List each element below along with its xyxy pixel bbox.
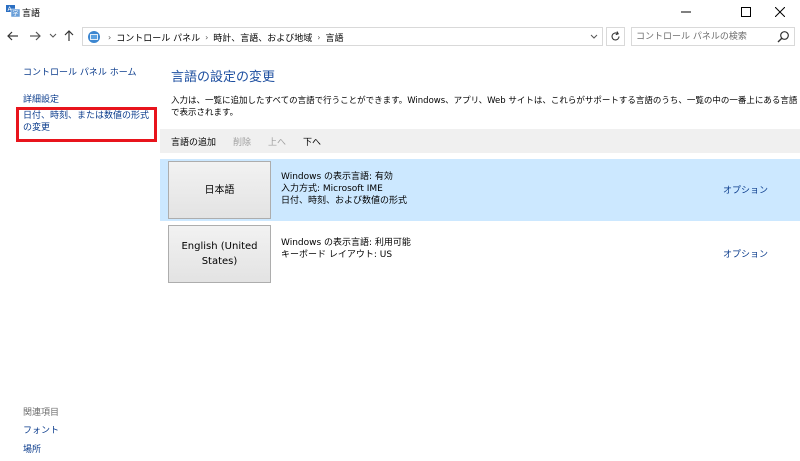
breadcrumb-language[interactable]: 言語 xyxy=(326,31,344,44)
search-box[interactable] xyxy=(631,27,795,46)
title-bar: A 字 言語 xyxy=(0,0,800,24)
window-title: 言語 xyxy=(22,9,41,19)
close-icon xyxy=(775,7,785,17)
breadcrumb-separator-icon: › xyxy=(108,33,112,42)
breadcrumb-separator-icon[interactable]: › xyxy=(317,33,320,42)
svg-text:字: 字 xyxy=(13,10,19,18)
up-button[interactable] xyxy=(62,29,76,43)
main-pane: 言語の設定の変更 入力は、一覧に追加したすべての言語で行うことができます。Win… xyxy=(160,55,800,461)
move-down-button[interactable]: 下へ xyxy=(303,135,321,148)
navigation-bar: › コントロール パネル › 時計、言語、および地域 › 言語 xyxy=(0,26,800,48)
remove-button[interactable]: 削除 xyxy=(233,135,251,148)
language-info-line: 日付、時刻、および数値の形式 xyxy=(281,196,408,206)
control-panel-icon xyxy=(88,31,100,43)
language-info-line: 入力方式: Microsoft IME xyxy=(281,184,383,194)
language-row-japanese[interactable]: 日本語 Windows の表示言語: 有効 入力方式: Microsoft IM… xyxy=(160,159,800,221)
advanced-settings-link[interactable]: 詳細設定 xyxy=(23,92,59,105)
language-toolbar: 言語の追加 削除 上へ 下へ xyxy=(160,129,800,153)
breadcrumb: › コントロール パネル › 時計、言語、および地域 › 言語 xyxy=(103,31,344,44)
maximize-icon xyxy=(741,7,751,17)
close-button[interactable] xyxy=(760,0,800,24)
location-link[interactable]: 場所 xyxy=(23,442,41,455)
page-description: 入力は、一覧に追加したすべての言語で行うことができます。Windows、アプリ、… xyxy=(171,96,798,118)
breadcrumb-control-panel[interactable]: コントロール パネル xyxy=(116,31,200,44)
breadcrumb-separator-icon[interactable]: › xyxy=(205,33,208,42)
breadcrumb-clock-language-region[interactable]: 時計、言語、および地域 xyxy=(213,31,312,44)
related-items-header: 関連項目 xyxy=(23,408,60,418)
page-title: 言語の設定の変更 xyxy=(171,70,276,85)
forward-arrow-icon xyxy=(30,31,41,41)
back-button[interactable] xyxy=(6,29,20,43)
language-info-line: キーボード レイアウト: US xyxy=(281,250,393,260)
search-input[interactable] xyxy=(636,30,766,43)
minimize-icon xyxy=(681,11,691,13)
minimize-button[interactable] xyxy=(664,0,708,24)
add-language-button[interactable]: 言語の追加 xyxy=(171,135,216,148)
language-info-line: Windows の表示言語: 利用可能 xyxy=(281,238,411,248)
address-dropdown-button[interactable] xyxy=(588,30,600,44)
language-info-english: Windows の表示言語: 利用可能 キーボード レイアウト: US xyxy=(281,237,411,261)
language-info-japanese: Windows の表示言語: 有効 入力方式: Microsoft IME 日付… xyxy=(281,171,407,207)
forward-button[interactable] xyxy=(28,29,42,43)
address-bar[interactable]: › コントロール パネル › 時計、言語、および地域 › 言語 xyxy=(82,27,603,46)
highlight-box xyxy=(16,107,157,142)
chevron-down-icon xyxy=(590,34,598,39)
refresh-icon xyxy=(611,31,620,41)
language-tile-english[interactable]: English (United States) xyxy=(168,225,271,283)
left-pane: コントロール パネル ホーム 詳細設定 日付、時刻、または数値の形式の変更 関連… xyxy=(0,55,160,461)
refresh-button[interactable] xyxy=(606,27,625,46)
up-arrow-icon xyxy=(64,30,74,41)
fonts-link[interactable]: フォント xyxy=(23,423,59,436)
move-up-button[interactable]: 上へ xyxy=(268,135,286,148)
back-arrow-icon xyxy=(7,31,18,41)
language-row-english[interactable]: English (United States) Windows の表示言語: 利… xyxy=(160,223,800,285)
recent-locations-button[interactable] xyxy=(46,29,60,43)
language-app-icon: A 字 xyxy=(6,5,20,17)
control-panel-home-link[interactable]: コントロール パネル ホーム xyxy=(23,65,136,78)
search-icon[interactable] xyxy=(777,30,790,43)
chevron-down-icon xyxy=(49,33,57,38)
language-info-line: Windows の表示言語: 有効 xyxy=(281,172,393,182)
language-tile-japanese[interactable]: 日本語 xyxy=(168,161,271,219)
options-link-japanese[interactable]: オプション xyxy=(723,183,768,196)
options-link-english[interactable]: オプション xyxy=(723,247,768,260)
